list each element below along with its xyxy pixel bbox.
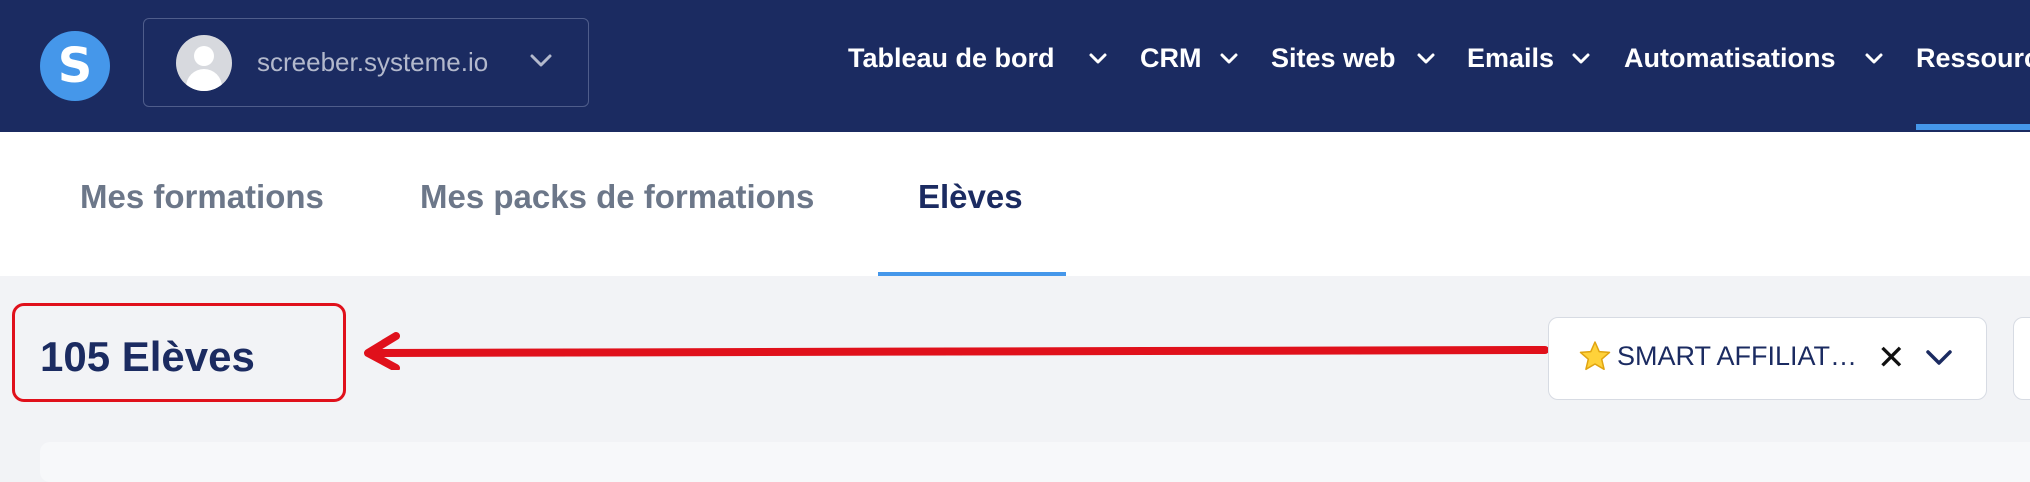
- secondary-filter-select[interactable]: [2013, 317, 2030, 400]
- nav-crm[interactable]: CRM: [1140, 40, 1240, 80]
- chevron-down-icon: [1417, 53, 1435, 64]
- annotation-arrow: [364, 332, 1549, 370]
- nav-label: Automatisations: [1624, 43, 1836, 73]
- chevron-down-icon: [1089, 53, 1107, 64]
- star-icon: [1579, 341, 1611, 371]
- nav-label: Emails: [1467, 43, 1555, 73]
- course-filter-select[interactable]: SMART AFFILIAT… ✕: [1548, 317, 1987, 400]
- account-name: screeber.systeme.io: [257, 47, 489, 77]
- close-icon[interactable]: ✕: [1877, 336, 1906, 380]
- student-count-title: 105 Elèves: [40, 333, 255, 380]
- students-table-panel: [40, 442, 2030, 482]
- app-logo[interactable]: S: [40, 31, 110, 101]
- top-navigation-bar: S screeber.systeme.io Tableau de bord CR…: [0, 0, 2030, 132]
- nav-sites-web[interactable]: Sites web: [1271, 40, 1441, 80]
- nav-label: Sites web: [1271, 43, 1396, 73]
- nav-ressources[interactable]: Ressourc: [1916, 40, 2030, 80]
- nav-tableau-de-bord[interactable]: Tableau de bord: [848, 40, 1113, 80]
- chevron-down-icon[interactable]: [1924, 348, 1954, 368]
- nav-automatisations[interactable]: Automatisations: [1624, 40, 1889, 80]
- nav-active-indicator: [1916, 124, 2030, 130]
- account-switcher[interactable]: screeber.systeme.io: [143, 18, 589, 107]
- nav-emails[interactable]: Emails: [1467, 40, 1597, 80]
- nav-label: CRM: [1140, 43, 1202, 73]
- tab-active-indicator: [878, 272, 1066, 276]
- chevron-down-icon: [530, 54, 552, 67]
- chevron-down-icon: [1220, 53, 1238, 64]
- tab-mes-packs-de-formations[interactable]: Mes packs de formations: [420, 178, 814, 216]
- section-tabs: Mes formations Mes packs de formations E…: [0, 132, 2030, 276]
- avatar: [176, 35, 232, 91]
- nav-label: Tableau de bord: [848, 43, 1055, 73]
- filter-selected-value: SMART AFFILIAT…: [1617, 341, 1858, 371]
- nav-label: Ressourc: [1916, 43, 2030, 73]
- tab-mes-formations[interactable]: Mes formations: [80, 178, 324, 216]
- chevron-down-icon: [1865, 53, 1883, 64]
- tab-eleves[interactable]: Elèves: [918, 178, 1023, 216]
- chevron-down-icon: [1572, 53, 1590, 64]
